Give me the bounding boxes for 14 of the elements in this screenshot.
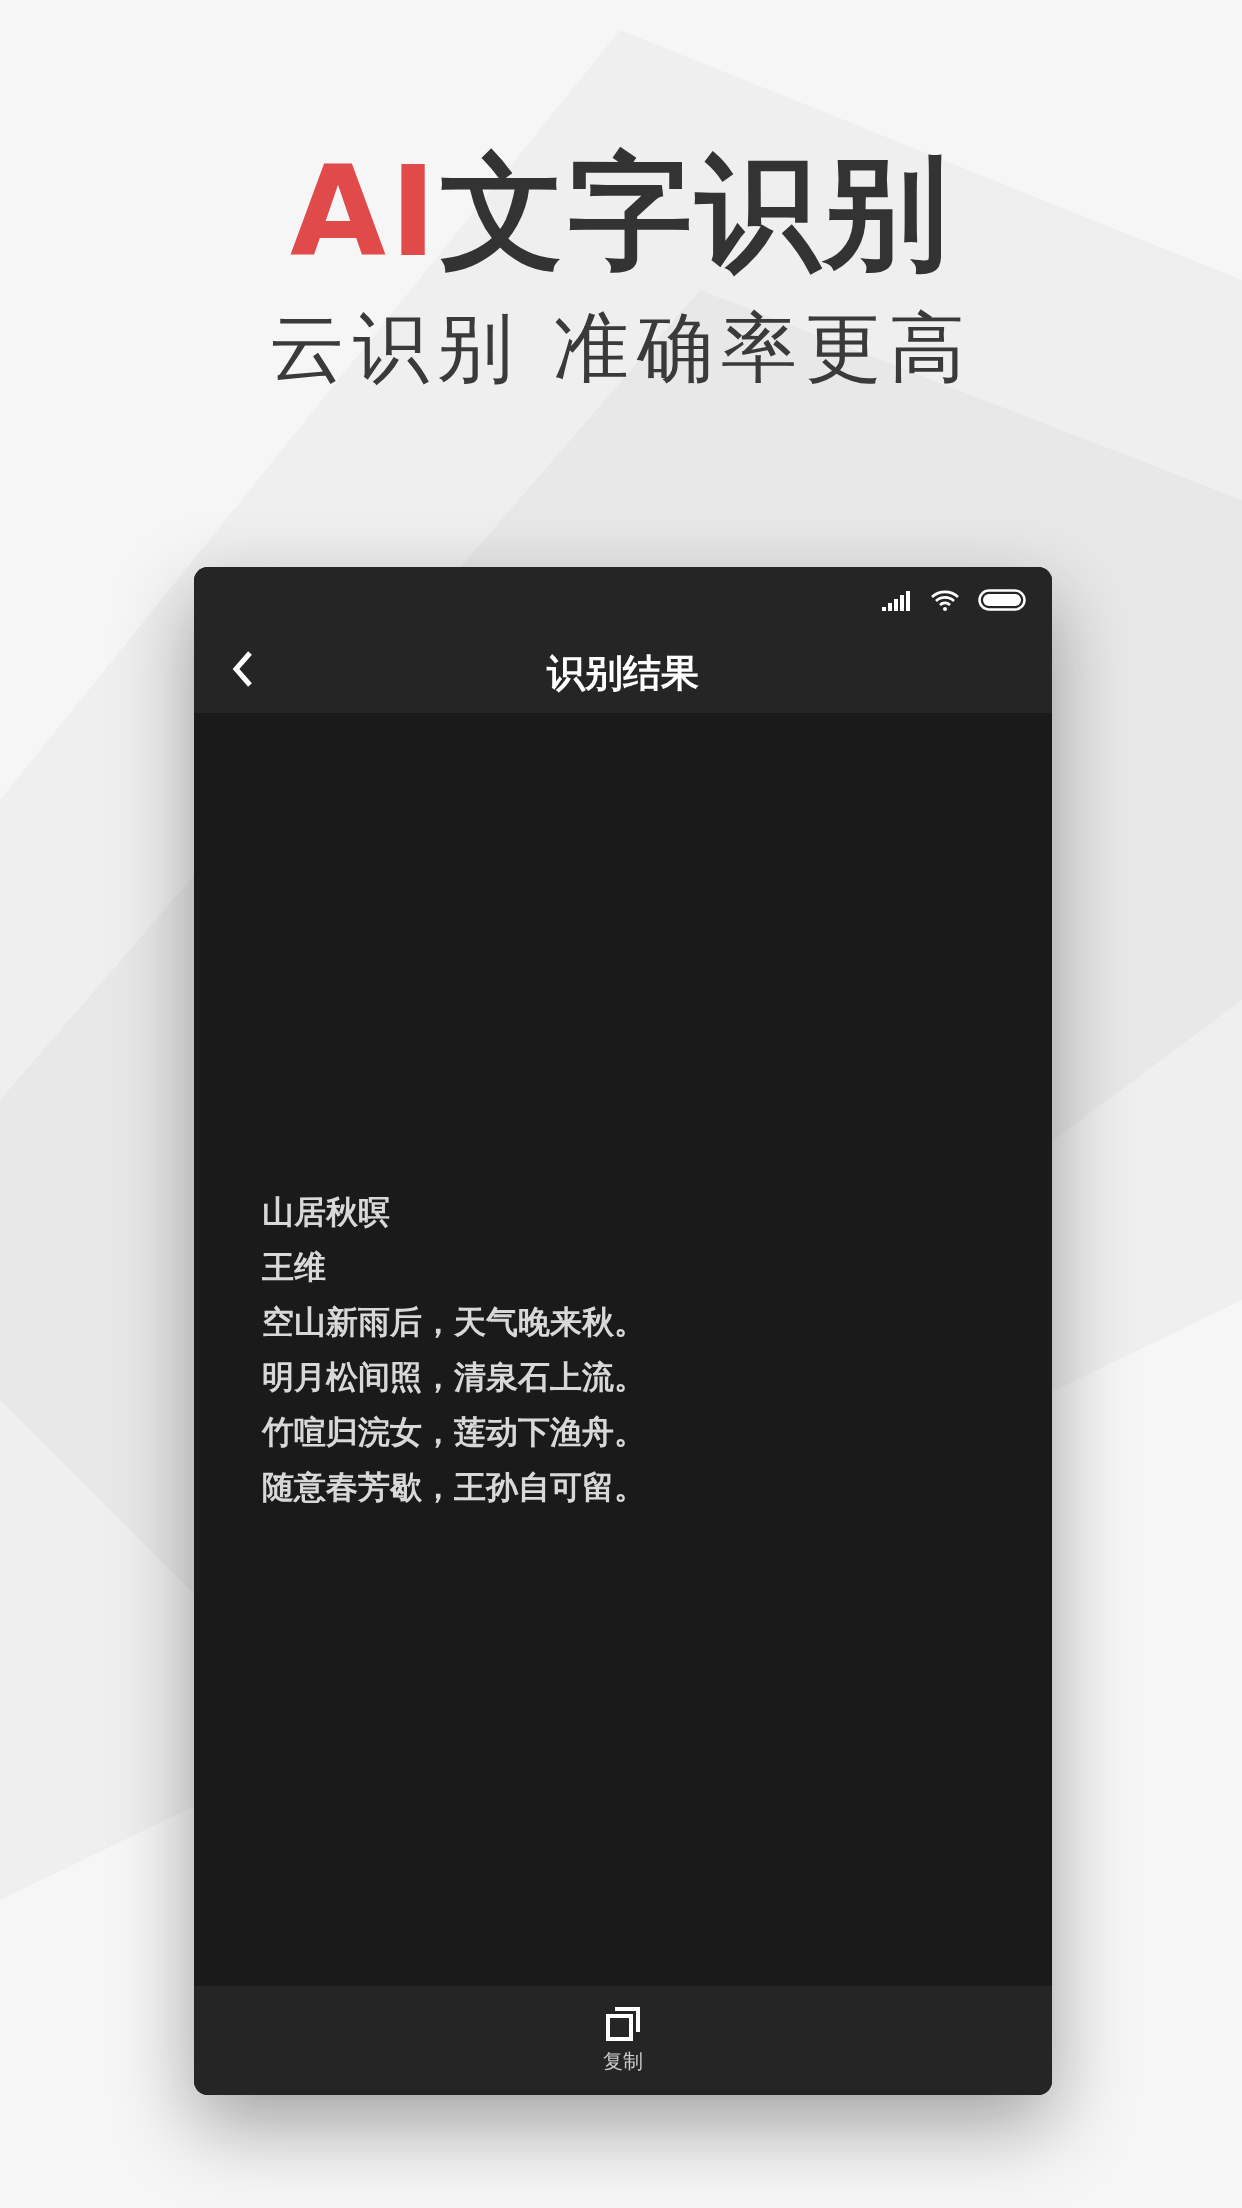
text-line: 空山新雨后，天气晚来秋。 <box>262 1301 647 1343</box>
back-icon <box>230 649 254 689</box>
battery-icon <box>978 589 1026 611</box>
copy-button[interactable]: 复制 <box>593 2002 653 2079</box>
text-line: 明月松间照，清泉石上流。 <box>262 1356 647 1398</box>
copy-icon <box>605 2006 641 2042</box>
screen-title: 识别结果 <box>547 649 699 697</box>
text-line: 王维 <box>262 1246 327 1288</box>
text-line: 山居秋暝 <box>262 1191 391 1233</box>
text-line: 随意春芳歇，王孙自可留。 <box>262 1466 647 1508</box>
subheadline: 云识别 准确率更高 <box>268 310 974 386</box>
text-line: 竹喧归浣女，莲动下渔舟。 <box>262 1411 647 1453</box>
signal-icon <box>882 589 912 611</box>
wifi-icon <box>930 589 960 611</box>
